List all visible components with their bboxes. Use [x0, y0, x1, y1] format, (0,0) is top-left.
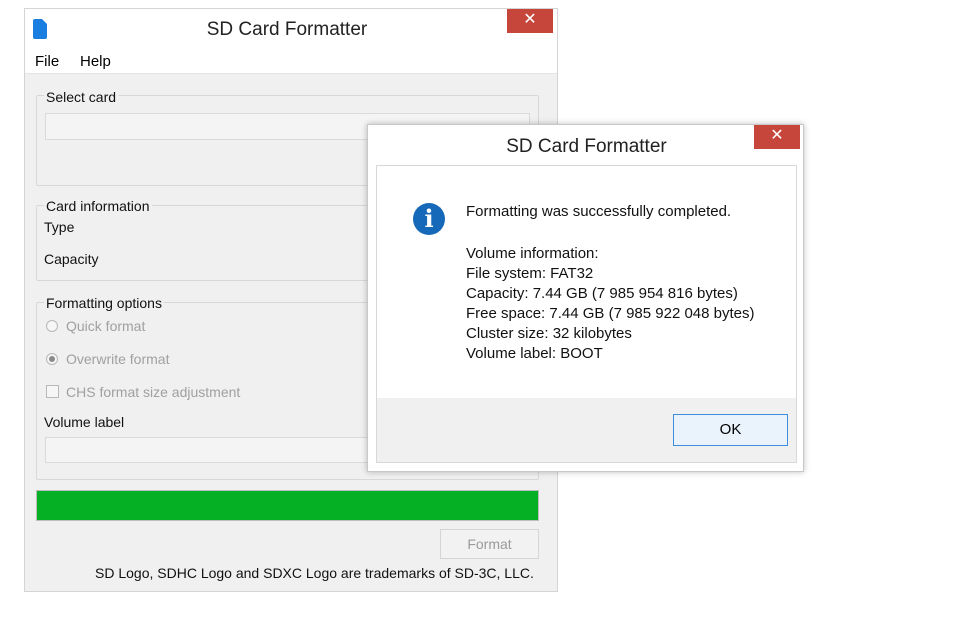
- progress-bar: [36, 490, 539, 521]
- trademark-notice: SD Logo, SDHC Logo and SDXC Logo are tra…: [95, 565, 534, 581]
- volume-info-file-system: File system: FAT32: [466, 265, 594, 282]
- info-icon: i: [413, 203, 445, 235]
- menu-help[interactable]: Help: [80, 53, 111, 70]
- volume-label-label: Volume label: [44, 414, 125, 430]
- chs-adjustment-label: CHS format size adjustment: [66, 384, 241, 400]
- format-button[interactable]: Format: [440, 529, 539, 559]
- menu-bar: File Help: [25, 49, 557, 74]
- success-message: Formatting was successfully completed.: [466, 203, 732, 220]
- chs-adjustment-checkbox[interactable]: [46, 385, 59, 398]
- title-bar[interactable]: SD Card Formatter ✕: [25, 9, 557, 49]
- volume-information: Volume information: File system: FAT32 C…: [466, 244, 755, 364]
- quick-format-label: Quick format: [66, 318, 146, 334]
- dialog-close-button[interactable]: ✕: [754, 125, 800, 149]
- formatting-options-label: Formatting options: [44, 295, 164, 311]
- volume-info-capacity: Capacity: 7.44 GB (7 985 954 816 bytes): [466, 285, 738, 302]
- volume-info-heading: Volume information:: [466, 245, 599, 262]
- select-card-label: Select card: [44, 89, 119, 105]
- ok-button[interactable]: OK: [673, 414, 788, 446]
- card-information-label: Card information: [44, 198, 152, 214]
- volume-info-free-space: Free space: 7.44 GB (7 985 922 048 bytes…: [466, 305, 755, 322]
- close-button[interactable]: ✕: [507, 9, 553, 33]
- overwrite-format-label: Overwrite format: [66, 351, 170, 367]
- type-label: Type: [44, 219, 75, 235]
- menu-file[interactable]: File: [35, 53, 59, 70]
- quick-format-radio[interactable]: [46, 320, 58, 332]
- window-title: SD Card Formatter: [206, 19, 368, 40]
- capacity-label: Capacity: [44, 251, 99, 267]
- volume-info-volume-label: Volume label: BOOT: [466, 345, 603, 362]
- format-complete-dialog: SD Card Formatter ✕ i Formatting was suc…: [367, 124, 804, 472]
- dialog-body: i Formatting was successfully completed.…: [376, 165, 797, 463]
- volume-info-cluster-size: Cluster size: 32 kilobytes: [466, 325, 632, 342]
- dialog-title: SD Card Formatter: [506, 136, 667, 157]
- overwrite-format-radio[interactable]: [46, 353, 58, 365]
